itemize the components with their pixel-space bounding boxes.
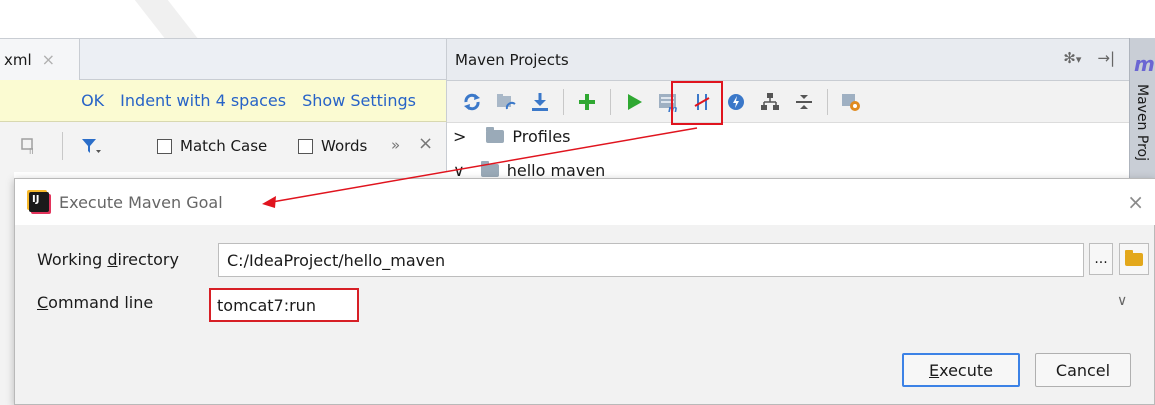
execute-goal-icon[interactable]: m <box>651 85 685 119</box>
maven-logo-icon: m <box>1134 52 1155 76</box>
maven-tool-window-strip[interactable]: m Maven Proj <box>1129 38 1155 178</box>
settings-gear-icon[interactable]: ✻▾ <box>1063 49 1081 67</box>
editor-tab[interactable]: xml × <box>0 39 80 80</box>
execute-button[interactable]: Execute <box>902 353 1020 387</box>
profiles-folder-icon <box>486 127 505 143</box>
maven-projects-panel: Maven Projects ✻▾ →| m > Profiles ∨ hell… <box>447 38 1129 180</box>
editor-tab-bar: xml × <box>0 38 447 80</box>
editor-gutter <box>0 172 14 405</box>
tree-item-label: Profiles <box>512 127 571 146</box>
tree-expander-icon[interactable]: > <box>453 127 466 146</box>
words-option[interactable]: Words <box>298 137 367 155</box>
svg-text:II: II <box>29 147 34 155</box>
browse-button[interactable]: ... <box>1089 243 1113 275</box>
maven-panel-title: Maven Projects <box>455 50 569 69</box>
dialog-close-icon[interactable]: × <box>1127 190 1144 214</box>
toggle-offline-icon[interactable] <box>685 85 719 119</box>
toolbar-separator <box>827 88 828 115</box>
maven-strip-label: Maven Proj <box>1134 84 1150 161</box>
reimport-icon[interactable] <box>489 85 523 119</box>
cancel-button[interactable]: Cancel <box>1035 353 1131 387</box>
dialog-titlebar: Execute Maven Goal <box>15 179 1155 225</box>
notification-show-settings-link[interactable]: Show Settings <box>302 91 416 110</box>
folder-icon <box>1125 249 1143 266</box>
command-line-label: Command line <box>37 293 154 312</box>
maven-toolbar: m <box>447 81 1129 123</box>
words-label: Words <box>321 137 368 155</box>
collapse-all-icon[interactable] <box>787 85 821 119</box>
lifecycle-icon[interactable] <box>719 85 753 119</box>
execute-maven-goal-dialog: Execute Maven Goal × Working directory C… <box>14 178 1155 405</box>
find-toolbar: II Match Case Words » × <box>0 122 447 172</box>
match-case-label: Match Case <box>180 137 268 155</box>
download-icon[interactable] <box>523 85 557 119</box>
words-checkbox[interactable] <box>298 138 313 154</box>
maven-header-tools: ✻▾ →| <box>1063 49 1115 67</box>
toolbar-separator <box>563 88 564 115</box>
add-icon[interactable] <box>570 85 604 119</box>
working-directory-label: Working directory <box>37 250 179 269</box>
svg-text:m: m <box>668 105 677 113</box>
close-search-icon[interactable]: × <box>418 133 433 154</box>
show-dependencies-icon[interactable] <box>753 85 787 119</box>
maven-settings-icon[interactable] <box>834 85 868 119</box>
top-background <box>0 0 1155 59</box>
project-module-icon <box>480 161 499 177</box>
regex-icon[interactable]: II <box>20 136 38 156</box>
tree-item-profiles[interactable]: > Profiles <box>453 127 571 146</box>
dialog-title: Execute Maven Goal <box>59 192 223 212</box>
match-case-option[interactable]: Match Case <box>157 137 267 155</box>
tab-close-icon[interactable]: × <box>42 50 55 69</box>
filter-icon[interactable] <box>80 136 102 156</box>
refresh-icon[interactable] <box>455 85 489 119</box>
working-directory-input[interactable]: C:/IdeaProject/hello_maven <box>218 243 1084 277</box>
toolbar-separator <box>610 88 611 115</box>
maven-panel-header: Maven Projects <box>447 39 1129 81</box>
hide-panel-icon[interactable]: →| <box>1097 49 1115 67</box>
more-options-icon[interactable]: » <box>391 136 400 154</box>
folder-button[interactable] <box>1119 243 1149 275</box>
toolbar-separator <box>62 132 63 160</box>
command-line-input[interactable]: tomcat7:run <box>209 288 359 322</box>
maven-project-tree: > Profiles ∨ hello maven <box>447 123 1129 180</box>
notification-indent-link[interactable]: Indent with 4 spaces <box>120 91 286 110</box>
chevron-down-icon[interactable]: ∨ <box>1117 293 1127 309</box>
notification-ok-link[interactable]: OK <box>81 91 104 110</box>
editor-tab-label: xml <box>4 50 32 69</box>
match-case-checkbox[interactable] <box>157 138 172 154</box>
run-icon[interactable] <box>617 85 651 119</box>
intellij-app-icon <box>29 192 49 212</box>
indent-notification-bar: OK Indent with 4 spaces Show Settings <box>0 80 447 122</box>
